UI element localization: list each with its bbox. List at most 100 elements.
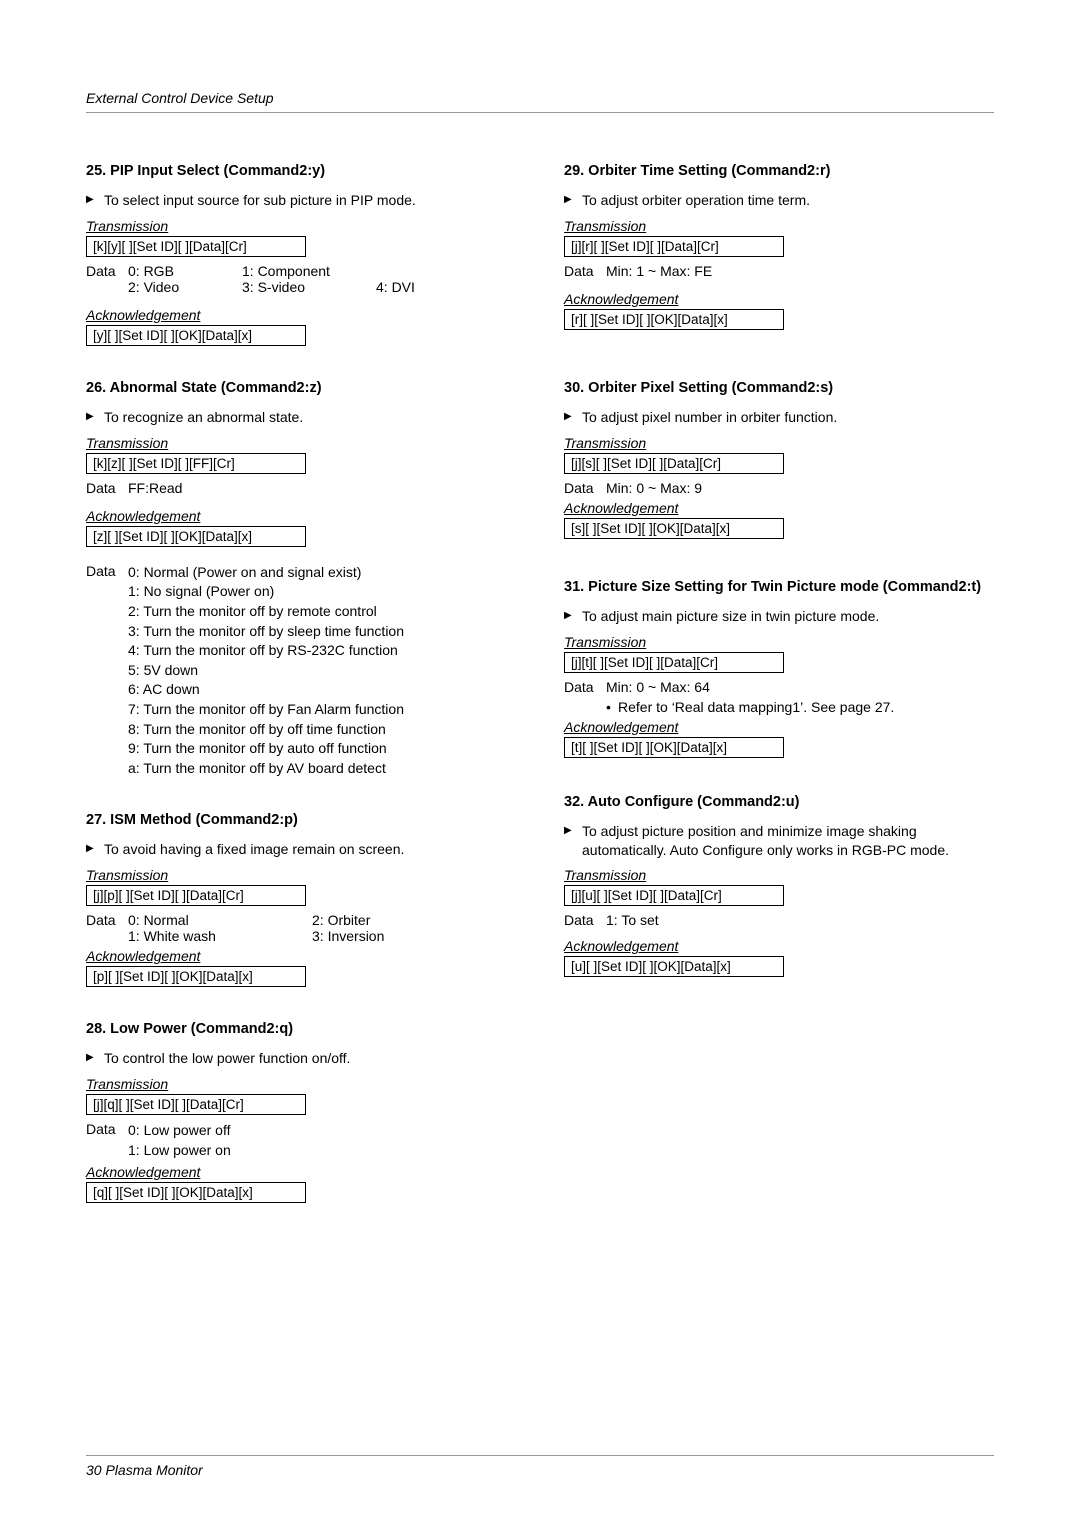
transmission-code: [j][u][ ][Set ID][ ][Data][Cr] [564, 885, 784, 906]
data-item: 0: Normal (Power on and signal exist) [128, 563, 516, 583]
data-values: Data 0: Low power off 1: Low power on [86, 1121, 516, 1160]
data-item: 1: White wash [128, 928, 288, 944]
ack-header: Acknowledgement [86, 508, 516, 524]
command-27: 27. ISM Method (Command2:p) To avoid hav… [86, 812, 516, 987]
data-values: Data Min: 0 ~ Max: 64 [564, 679, 994, 695]
transmission-code: [k][y][ ][Set ID][ ][Data][Cr] [86, 236, 306, 257]
header-divider [86, 112, 994, 113]
cmd-description: To adjust pixel number in orbiter functi… [564, 408, 994, 427]
data-item: 4: DVI [376, 279, 415, 295]
transmission-header: Transmission [564, 218, 994, 234]
cmd-title: 26. Abnormal State (Command2:z) [86, 380, 516, 396]
transmission-code: [j][t][ ][Set ID][ ][Data][Cr] [564, 652, 784, 673]
cmd-description: To select input source for sub picture i… [86, 191, 516, 210]
command-30: 30. Orbiter Pixel Setting (Command2:s) T… [564, 380, 994, 539]
command-28: 28. Low Power (Command2:q) To control th… [86, 1021, 516, 1203]
cmd-description: To adjust picture position and minimize … [564, 822, 994, 860]
data-item: 0: Normal [128, 912, 288, 928]
cmd-title: 29. Orbiter Time Setting (Command2:r) [564, 163, 994, 179]
data-item: 1: No signal (Power on) [128, 582, 516, 602]
command-32: 32. Auto Configure (Command2:u) To adjus… [564, 794, 994, 978]
footer-divider [86, 1455, 994, 1456]
command-29: 29. Orbiter Time Setting (Command2:r) To… [564, 163, 994, 330]
cmd-title: 28. Low Power (Command2:q) [86, 1021, 516, 1037]
cmd-title: 27. ISM Method (Command2:p) [86, 812, 516, 828]
transmission-code: [j][r][ ][Set ID][ ][Data][Cr] [564, 236, 784, 257]
data-item: 6: AC down [128, 680, 516, 700]
transmission-header: Transmission [86, 218, 516, 234]
cmd-title: 31. Picture Size Setting for Twin Pictur… [564, 579, 994, 595]
transmission-header: Transmission [564, 867, 994, 883]
data-item: 3: Inversion [312, 928, 384, 944]
data-item: 5: 5V down [128, 661, 516, 681]
data-label: Data [564, 480, 606, 496]
data-item: 7: Turn the monitor off by Fan Alarm fun… [128, 700, 516, 720]
data-item: 1: To set [606, 912, 659, 928]
cmd-description: To adjust main picture size in twin pict… [564, 607, 994, 626]
cmd-title: 25. PIP Input Select (Command2:y) [86, 163, 516, 179]
data-item: 3: Turn the monitor off by sleep time fu… [128, 622, 516, 642]
transmission-header: Transmission [564, 435, 994, 451]
ack-code: [q][ ][Set ID][ ][OK][Data][x] [86, 1182, 306, 1203]
data-item: 2: Video [128, 279, 218, 295]
left-column: 25. PIP Input Select (Command2:y) To sel… [86, 163, 516, 1237]
transmission-code: [j][q][ ][Set ID][ ][Data][Cr] [86, 1094, 306, 1115]
cmd-title: 32. Auto Configure (Command2:u) [564, 794, 994, 810]
data-label: Data [86, 1121, 128, 1160]
data-item: Min: 1 ~ Max: FE [606, 263, 712, 279]
data-value-list: Data 0: Normal (Power on and signal exis… [86, 563, 516, 779]
transmission-code: [k][z][ ][Set ID][ ][FF][Cr] [86, 453, 306, 474]
cmd-description: To avoid having a fixed image remain on … [86, 840, 516, 859]
ack-header: Acknowledgement [564, 291, 994, 307]
transmission-header: Transmission [86, 1076, 516, 1092]
ack-code: [p][ ][Set ID][ ][OK][Data][x] [86, 966, 306, 987]
command-31: 31. Picture Size Setting for Twin Pictur… [564, 579, 994, 758]
ack-header: Acknowledgement [564, 938, 994, 954]
ack-header: Acknowledgement [86, 1164, 516, 1180]
data-label: Data [86, 912, 128, 944]
data-values: Data Min: 1 ~ Max: FE [564, 263, 994, 279]
note: Refer to ‘Real data mapping1’. See page … [564, 699, 994, 715]
content-columns: 25. PIP Input Select (Command2:y) To sel… [86, 163, 994, 1237]
data-label: Data [564, 912, 606, 928]
data-item: 3: S-video [242, 279, 352, 295]
footer-text: 30 Plasma Monitor [86, 1462, 994, 1478]
data-item: 0: Low power off [128, 1121, 516, 1141]
cmd-description: To control the low power function on/off… [86, 1049, 516, 1068]
data-item: 1: Low power on [128, 1141, 516, 1161]
transmission-header: Transmission [86, 867, 516, 883]
data-values: Data 0: RGB 1: Component 2: Video 3: S-v… [86, 263, 516, 295]
data-item: 2: Orbiter [312, 912, 370, 928]
data-label: Data [564, 679, 606, 695]
ack-header: Acknowledgement [564, 719, 994, 735]
command-25: 25. PIP Input Select (Command2:y) To sel… [86, 163, 516, 346]
page-section-title: External Control Device Setup [86, 90, 994, 106]
data-values: Data 0: Normal 2: Orbiter 1: White wash … [86, 912, 516, 944]
ack-header: Acknowledgement [86, 307, 516, 323]
command-26: 26. Abnormal State (Command2:z) To recog… [86, 380, 516, 778]
ack-code: [s][ ][Set ID][ ][OK][Data][x] [564, 518, 784, 539]
ack-code: [r][ ][Set ID][ ][OK][Data][x] [564, 309, 784, 330]
note-text: Refer to ‘Real data mapping1’. See page … [606, 699, 894, 715]
ack-code: [y][ ][Set ID][ ][OK][Data][x] [86, 325, 306, 346]
data-label: Data [86, 263, 128, 295]
cmd-description: To recognize an abnormal state. [86, 408, 516, 427]
transmission-code: [j][p][ ][Set ID][ ][Data][Cr] [86, 885, 306, 906]
transmission-code: [j][s][ ][Set ID][ ][Data][Cr] [564, 453, 784, 474]
data-item: Min: 0 ~ Max: 64 [606, 679, 710, 695]
data-values: Data FF:Read [86, 480, 516, 496]
page-footer: 30 Plasma Monitor [86, 1455, 994, 1478]
ack-code: [u][ ][Set ID][ ][OK][Data][x] [564, 956, 784, 977]
cmd-title: 30. Orbiter Pixel Setting (Command2:s) [564, 380, 994, 396]
ack-header: Acknowledgement [564, 500, 994, 516]
data-item: Min: 0 ~ Max: 9 [606, 480, 702, 496]
data-item: 4: Turn the monitor off by RS-232C funct… [128, 641, 516, 661]
ack-header: Acknowledgement [86, 948, 516, 964]
data-item: 1: Component [242, 263, 330, 279]
ack-code: [z][ ][Set ID][ ][OK][Data][x] [86, 526, 306, 547]
data-item: FF:Read [128, 480, 182, 496]
transmission-header: Transmission [86, 435, 516, 451]
data-item: 0: RGB [128, 263, 218, 279]
ack-code: [t][ ][Set ID][ ][OK][Data][x] [564, 737, 784, 758]
cmd-description: To adjust orbiter operation time term. [564, 191, 994, 210]
